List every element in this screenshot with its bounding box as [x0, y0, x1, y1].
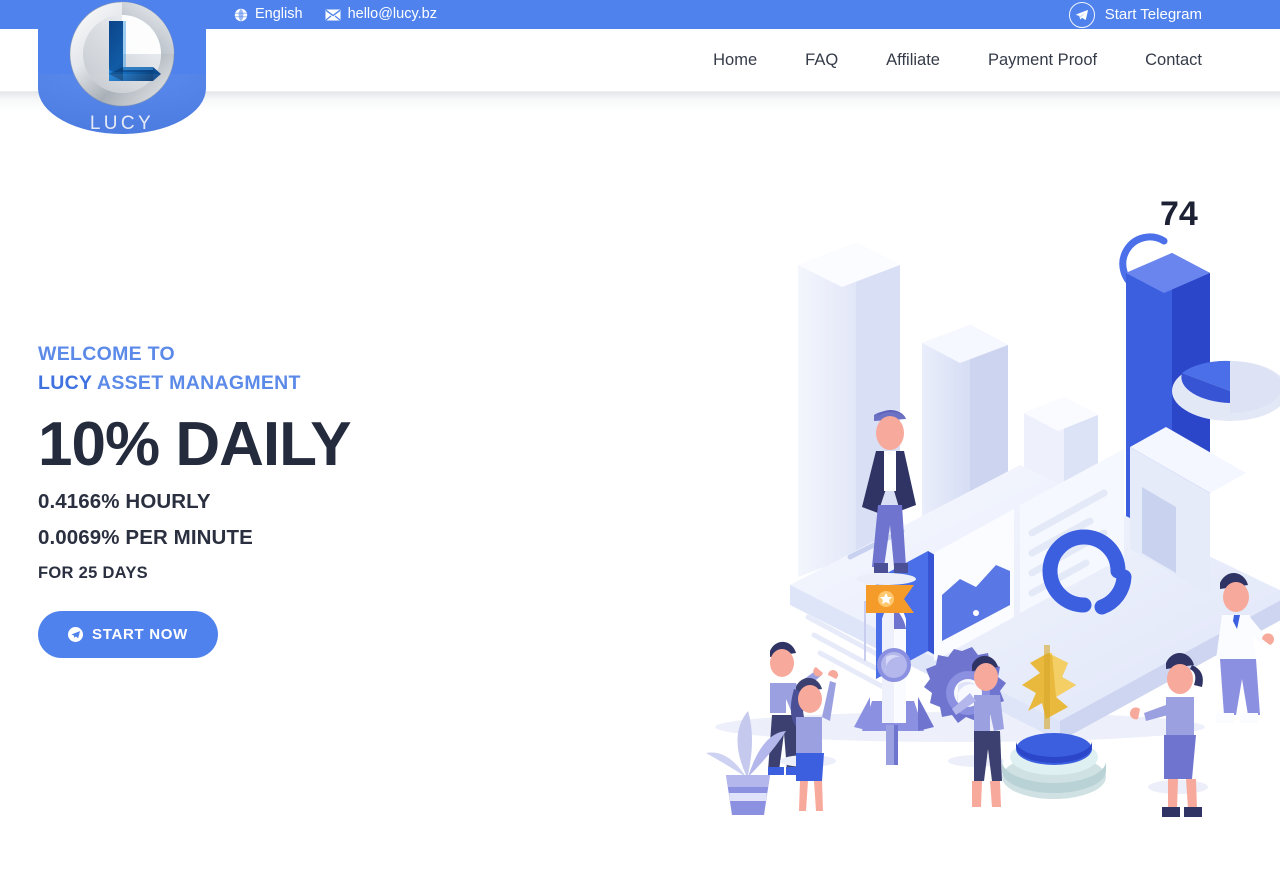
topbar-right-group: Start Telegram	[1068, 0, 1202, 29]
hero-copy: WELCOME TO LUCY ASSET MANAGMENT 10% DAIL…	[38, 340, 598, 659]
landing-page: English hello@lucy.bz Start Telegram Hom…	[0, 0, 1280, 874]
nav-links: Home FAQ Affiliate Payment Proof Contact	[689, 29, 1202, 91]
nav-item-payment-proof[interactable]: Payment Proof	[964, 52, 1121, 69]
hero-brand-word: LUCY	[38, 372, 92, 395]
topbar-left-group: English hello@lucy.bz	[234, 0, 437, 29]
logo-wordmark: LUCY	[89, 113, 155, 134]
envelope-icon	[325, 9, 341, 21]
logo-badge[interactable]: LUCY	[38, 0, 206, 134]
nav-item-home[interactable]: Home	[689, 52, 781, 69]
language-label: English	[255, 6, 303, 23]
telegram-label-link[interactable]: Start Telegram	[1105, 7, 1202, 22]
telegram-icon-button[interactable]	[1068, 1, 1095, 28]
telegram-send-icon	[68, 627, 83, 643]
hero-rate-minute: 0.0069% PER MINUTE	[38, 526, 253, 550]
globe-icon	[234, 8, 248, 22]
email-label: hello@lucy.bz	[347, 6, 437, 23]
gauge-value: 74	[1160, 195, 1198, 233]
lucy-l-emblem-icon	[65, 0, 179, 113]
contact-email-link[interactable]: hello@lucy.bz	[325, 7, 437, 22]
hero-welcome-rest: ASSET MANAGMENT	[91, 372, 301, 395]
telegram-icon	[1075, 8, 1089, 22]
nav-item-contact[interactable]: Contact	[1121, 52, 1202, 69]
hero-welcome-line1: WELCOME TO	[38, 343, 175, 365]
nav-item-faq[interactable]: FAQ	[781, 52, 862, 69]
hero-duration: FOR 25 DAYS	[38, 563, 148, 582]
hero-headline: 10% DAILY	[38, 409, 352, 479]
isometric-finance-dashboard-illustration: 74	[690, 165, 1280, 825]
hero-welcome: WELCOME TO LUCY ASSET MANAGMENT	[38, 340, 598, 399]
nav-item-affiliate[interactable]: Affiliate	[862, 52, 964, 69]
language-selector[interactable]: English	[234, 7, 303, 22]
hero-welcome-line2: LUCY ASSET MANAGMENT	[38, 369, 598, 398]
start-now-button[interactable]: START NOW	[38, 611, 219, 659]
hero-rate-hourly: 0.4166% HOURLY	[38, 489, 211, 513]
start-now-label: START NOW	[92, 626, 189, 644]
